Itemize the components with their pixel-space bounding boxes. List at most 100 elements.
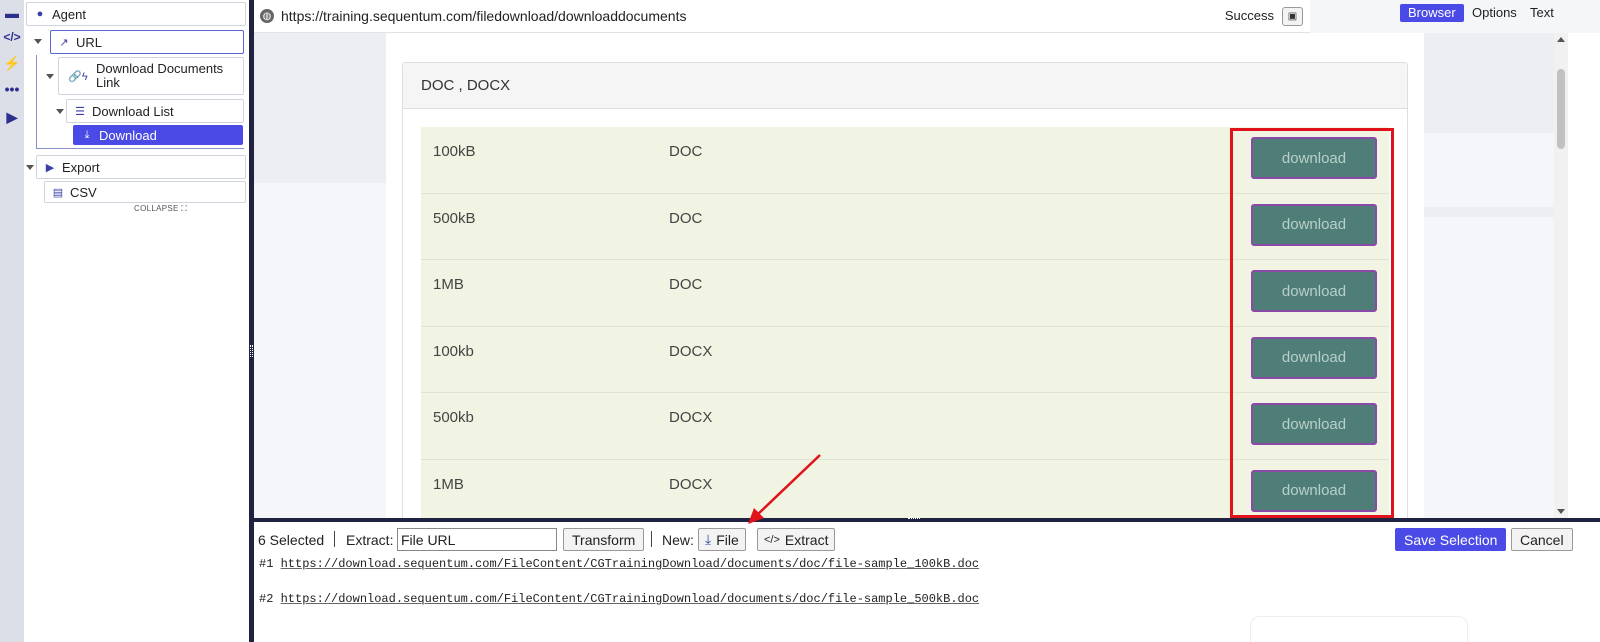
tab-browser[interactable]: Browser <box>1400 4 1464 22</box>
result-url[interactable]: https://download.sequentum.com/FileConte… <box>281 557 980 571</box>
collapse-toggle[interactable]: COLLAPSE ⛶ <box>134 204 187 214</box>
result-item: #2 https://download.sequentum.com/FileCo… <box>259 592 979 606</box>
caret-down-icon[interactable] <box>46 74 54 79</box>
tree-node-export[interactable]: ▶ Export <box>36 155 246 179</box>
file-type: DOCX <box>669 475 713 493</box>
annotation-arrow <box>748 454 821 524</box>
caret-down-icon[interactable] <box>26 165 34 170</box>
file-type: DOC <box>669 143 703 160</box>
transform-button[interactable]: Transform <box>563 528 645 551</box>
icon-rail: ▬ </> ⚡ ••• ▶ <box>0 0 24 642</box>
table-row: 1MB DOCX download <box>421 459 1389 518</box>
tree-node-label: CSV <box>70 184 97 200</box>
tree-node-label: Download <box>99 127 157 143</box>
new-label: New: <box>662 532 694 548</box>
new-extract-label: Extract <box>784 531 829 548</box>
load-status: Success <box>1224 8 1274 23</box>
agent-tree: ● Agent ↗ URL 🔗ϟ Download Documents Link… <box>24 0 250 642</box>
file-size: 500kb <box>433 409 474 426</box>
list-icon: ☰ <box>75 105 85 118</box>
file-size: 100kb <box>433 342 474 360</box>
address-url[interactable]: https://training.sequentum.com/filedownl… <box>281 8 686 24</box>
download-icon: ⤓ <box>705 531 712 547</box>
download-button[interactable]: download <box>1251 203 1377 246</box>
robot-icon: ● <box>36 8 44 20</box>
file-type: DOCX <box>669 342 713 360</box>
tree-node-agent[interactable]: ● Agent <box>26 2 246 26</box>
tree-node-label: Download Documents Link <box>96 61 224 90</box>
download-button[interactable]: download <box>1251 270 1377 312</box>
selected-count: 6 Selected <box>258 532 325 548</box>
tree-node-download-documents-link[interactable]: 🔗ϟ Download Documents Link <box>58 57 244 95</box>
selection-toolbar: 6 Selected Extract: Transform New: ⤓ Fil… <box>254 528 1600 552</box>
save-selection-button[interactable]: Save Selection <box>1395 528 1507 551</box>
file-size: 1MB <box>433 276 464 293</box>
code-icon[interactable]: </> <box>3 28 21 46</box>
documents-card: DOC , DOCX 100kB DOC download 500kB DOC downl… <box>402 62 1408 518</box>
background-panel <box>1424 207 1554 217</box>
table-row: 1MB DOC download <box>421 260 1389 327</box>
scroll-thumb[interactable] <box>1557 69 1565 149</box>
more-icon[interactable]: ••• <box>3 80 21 98</box>
splitter-grip <box>250 345 253 357</box>
tree-node-url[interactable]: ↗ URL <box>50 30 244 54</box>
selection-panel: 6 Selected Extract: Transform New: ⤓ Fil… <box>254 522 1600 642</box>
export-icon[interactable]: ▶ <box>3 108 21 126</box>
new-file-button[interactable]: ⤓ File <box>698 528 746 551</box>
card-title: DOC , DOCX <box>403 63 1407 109</box>
extract-input[interactable] <box>397 528 557 551</box>
vertical-scrollbar[interactable] <box>1554 33 1568 518</box>
tab-options[interactable]: Options <box>1464 4 1525 22</box>
tree-node-download-list[interactable]: ☰ Download List <box>66 99 244 123</box>
result-index: #2 <box>259 592 274 606</box>
documents-table: 100kB DOC download 500kB DOC download 1MB DOC do… <box>421 127 1389 518</box>
tab-text[interactable]: Text <box>1522 4 1562 22</box>
collapse-label: COLLAPSE <box>134 204 179 213</box>
download-icon: ⤓ <box>84 128 90 141</box>
save-icon[interactable]: ▣ <box>1282 7 1303 26</box>
external-link-icon: ↗ <box>59 36 69 49</box>
result-url[interactable]: https://download.sequentum.com/FileConte… <box>281 592 980 606</box>
download-button[interactable]: download <box>1251 336 1377 379</box>
file-type: DOCX <box>669 409 713 426</box>
web-page: DOC , DOCX 100kB DOC download 500kB DOC downl… <box>386 33 1424 518</box>
browser-viewport: DOC , DOCX 100kB DOC download 500kB DOC downl… <box>254 33 1554 518</box>
download-button[interactable]: download <box>1251 403 1377 445</box>
splitter-grip <box>908 518 920 521</box>
file-size: 1MB <box>433 475 464 493</box>
file-type: DOC <box>669 276 703 293</box>
tree-node-download[interactable]: ⤓ Download <box>73 125 243 145</box>
bolt-icon[interactable]: ⚡ <box>3 54 21 72</box>
file-type: DOC <box>669 209 703 227</box>
new-extract-button[interactable]: </> Extract <box>757 528 836 551</box>
agent-panel-icon[interactable]: ▬ <box>3 4 21 22</box>
arrow-shaft <box>755 454 821 517</box>
file-size: 500kB <box>433 209 476 227</box>
background-panel <box>1424 33 1554 133</box>
globe-icon: ◍ <box>260 9 274 23</box>
divider <box>334 531 335 547</box>
table-row: 500kB DOC download <box>421 193 1389 260</box>
view-tabs: Browser Options Text <box>1310 0 1600 33</box>
new-file-label: File <box>716 531 739 548</box>
table-row: 100kb DOCX download <box>421 326 1389 393</box>
cancel-button[interactable]: Cancel <box>1511 528 1573 551</box>
caret-down-icon[interactable] <box>56 109 64 114</box>
tree-node-label: URL <box>76 34 103 50</box>
scroll-down-icon[interactable] <box>1557 509 1565 514</box>
tree-node-label: Download List <box>92 103 174 119</box>
download-button[interactable]: download <box>1251 137 1377 179</box>
extract-label: Extract: <box>346 532 394 548</box>
right-gutter <box>1568 33 1600 518</box>
csv-file-icon: ▤ <box>52 186 64 199</box>
tree-node-label: Export <box>62 159 100 175</box>
caret-down-icon[interactable] <box>34 39 42 44</box>
export-icon: ▶ <box>45 161 55 174</box>
download-button[interactable]: download <box>1251 469 1377 512</box>
table-row: 100kB DOC download <box>421 127 1389 194</box>
result-index: #1 <box>259 557 274 571</box>
expand-icon: ⛶ <box>181 204 188 213</box>
tree-node-csv[interactable]: ▤ CSV <box>44 181 246 203</box>
code-icon: </> <box>764 533 780 546</box>
scroll-up-icon[interactable] <box>1557 37 1565 42</box>
